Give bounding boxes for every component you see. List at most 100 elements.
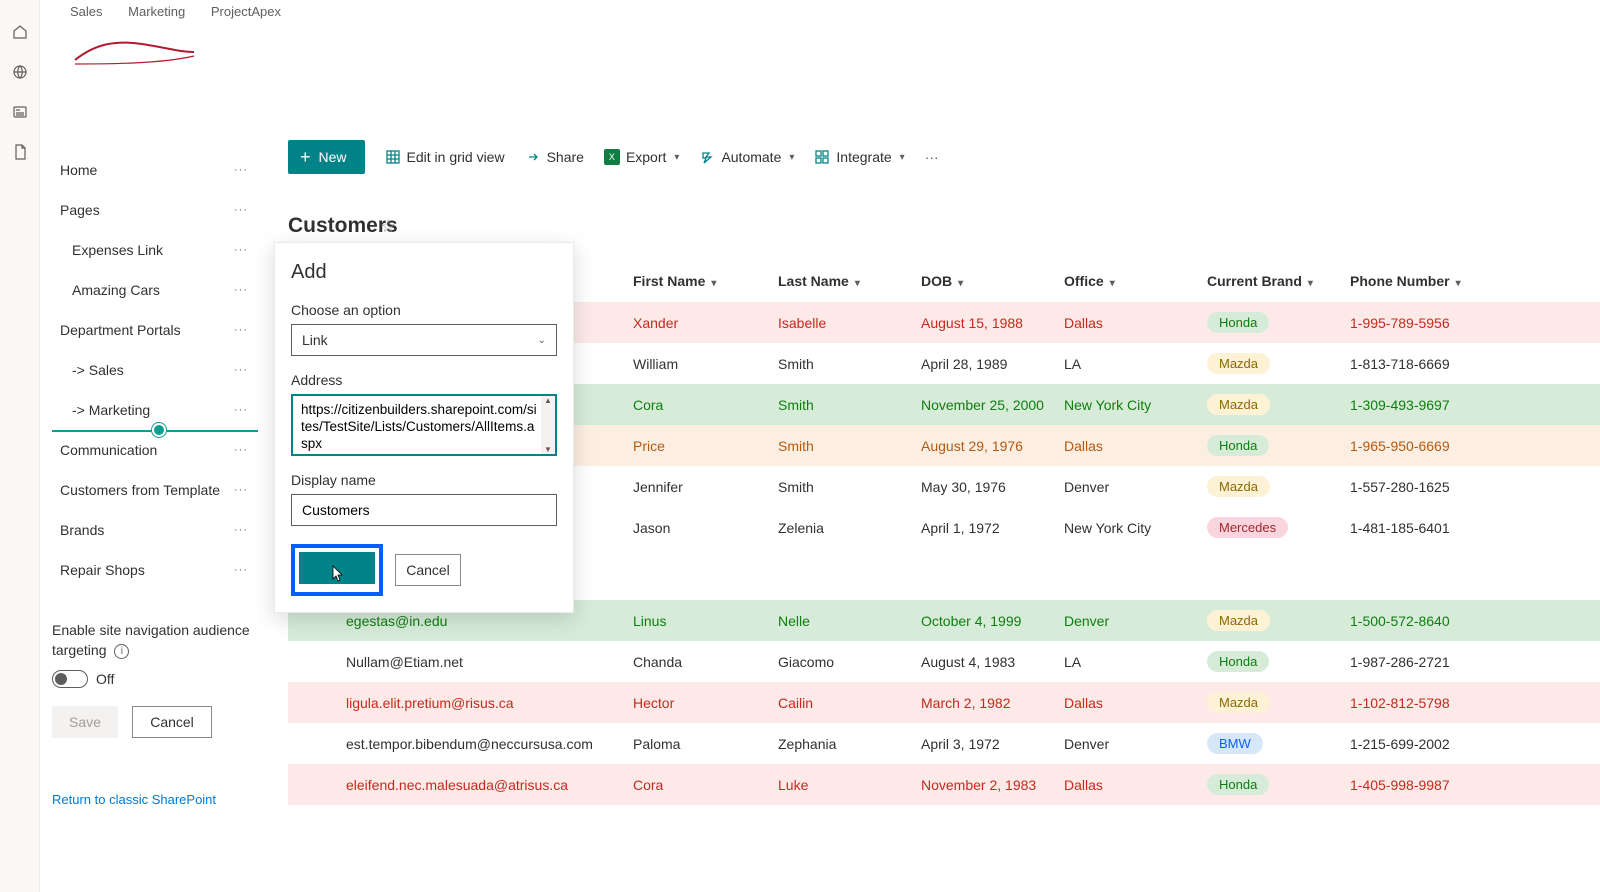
site-logo[interactable] <box>70 22 198 72</box>
cell-office: Dallas <box>1064 438 1207 454</box>
choose-option-select[interactable]: Link⌄ <box>291 324 557 356</box>
grid-icon <box>385 149 401 165</box>
brand-pill: Mazda <box>1207 476 1270 497</box>
nav-more-icon[interactable]: ··· <box>234 444 248 456</box>
app-rail <box>0 0 40 892</box>
brand-pill: Honda <box>1207 435 1269 456</box>
nav-label: Expenses Link <box>72 242 163 258</box>
cell-dob: March 2, 1982 <box>921 695 1064 711</box>
cmd-new-button[interactable]: +New <box>288 140 365 174</box>
col-office[interactable]: Office▾ <box>1064 273 1207 289</box>
chevron-down-icon: ▾ <box>855 278 860 289</box>
cell-brand: Honda <box>1207 651 1350 672</box>
cell-brand: Honda <box>1207 774 1350 795</box>
table-row[interactable]: eleifend.nec.malesuada@atrisus.caCoraLuk… <box>288 764 1600 805</box>
cmd-edit-grid[interactable]: Edit in grid view <box>385 149 505 165</box>
cell-first-name: Xander <box>633 315 778 331</box>
nav-amazing-cars[interactable]: Amazing Cars··· <box>52 270 258 310</box>
chevron-down-icon: ▾ <box>674 152 679 163</box>
hub-tab-sales[interactable]: Sales <box>70 4 103 19</box>
cell-last-name: Zephania <box>778 736 921 752</box>
cmd-export[interactable]: XExport▾ <box>604 149 680 165</box>
nav-more-icon[interactable]: ··· <box>234 484 248 496</box>
rail-news-icon[interactable] <box>0 92 40 132</box>
brand-pill: Mazda <box>1207 394 1270 415</box>
table-row[interactable]: ligula.elit.pretium@risus.caHectorCailin… <box>288 682 1600 723</box>
chevron-down-icon: ⌄ <box>538 335 546 346</box>
nav-repair-shops[interactable]: Repair Shops ··· <box>52 550 258 590</box>
cmd-overflow[interactable]: ··· <box>925 149 939 165</box>
nav-more-icon[interactable]: ··· <box>234 204 248 216</box>
cell-first-name: Jennifer <box>633 479 778 495</box>
favorite-star-icon[interactable]: ☆ <box>380 216 396 237</box>
rail-home-icon[interactable] <box>0 12 40 52</box>
nav-sales[interactable]: -> Sales ··· <box>52 350 258 390</box>
cell-email: est.tempor.bibendum@neccursusa.com <box>288 736 633 752</box>
cell-office: Denver <box>1064 479 1207 495</box>
nav-more-icon[interactable]: ··· <box>234 244 248 256</box>
address-field-wrap: ▲▼ <box>291 394 557 456</box>
chevron-down-icon: ▾ <box>711 278 716 289</box>
nav-more-icon[interactable]: ··· <box>234 324 248 336</box>
col-last-name[interactable]: Last Name▾ <box>778 273 921 289</box>
cmd-share[interactable]: Share <box>525 149 584 165</box>
cmd-integrate[interactable]: Integrate▾ <box>814 149 904 165</box>
nav-label: Home <box>60 162 97 178</box>
cell-office: Denver <box>1064 736 1207 752</box>
cell-brand: Mazda <box>1207 610 1350 631</box>
nav-more-icon[interactable]: ··· <box>234 404 248 416</box>
choose-option-label: Choose an option <box>291 302 557 318</box>
nav-pages[interactable]: Pages··· <box>52 190 258 230</box>
cmd-automate[interactable]: Automate▾ <box>699 149 794 165</box>
table-row[interactable]: Nullam@Etiam.netChandaGiacomoAugust 4, 1… <box>288 641 1600 682</box>
cell-phone: 1-557-280-1625 <box>1350 479 1510 495</box>
cell-last-name: Isabelle <box>778 315 921 331</box>
cell-last-name: Zelenia <box>778 520 921 536</box>
nav-cancel-button[interactable]: Cancel <box>132 706 212 738</box>
cell-phone: 1-215-699-2002 <box>1350 736 1510 752</box>
nav-expenses-link[interactable]: Expenses Link ··· <box>52 230 258 270</box>
audience-targeting-toggle[interactable]: Off <box>52 670 258 688</box>
nav-more-icon[interactable]: ··· <box>234 164 248 176</box>
nav-more-icon[interactable]: ··· <box>234 284 248 296</box>
hub-tab-projectapex[interactable]: ProjectApex <box>211 4 281 19</box>
return-classic-link[interactable]: Return to classic SharePoint <box>52 792 216 807</box>
nav-home[interactable]: Home ··· <box>52 150 258 190</box>
ok-button[interactable] <box>299 552 375 584</box>
nav-more-icon[interactable]: ··· <box>234 524 248 536</box>
cmd-label: Edit in grid view <box>407 149 505 165</box>
add-link-panel: Add Choose an option Link⌄ Address ▲▼ Di… <box>274 242 574 613</box>
cell-dob: November 2, 1983 <box>921 777 1064 793</box>
nav-customers-template[interactable]: Customers from Template··· <box>52 470 258 510</box>
nav-more-icon[interactable]: ··· <box>234 564 248 576</box>
nav-footer: Enable site navigation audience targetin… <box>52 620 258 738</box>
nav-department-portals[interactable]: Department Portals··· <box>52 310 258 350</box>
col-brand[interactable]: Current Brand▾ <box>1207 273 1350 289</box>
command-bar: +New Edit in grid view Share XExport▾ Au… <box>288 138 939 176</box>
cell-office: New York City <box>1064 397 1207 413</box>
col-dob[interactable]: DOB▾ <box>921 273 1064 289</box>
brand-pill: Mazda <box>1207 610 1270 631</box>
hub-tab-marketing[interactable]: Marketing <box>128 4 185 19</box>
chevron-down-icon: ▾ <box>1308 278 1313 289</box>
nav-communication[interactable]: Communication··· <box>52 430 258 470</box>
cell-dob: April 28, 1989 <box>921 356 1064 372</box>
nav-brands[interactable]: Brands··· <box>52 510 258 550</box>
info-icon[interactable]: i <box>114 644 129 659</box>
address-input[interactable] <box>293 396 541 454</box>
scrollbar[interactable]: ▲▼ <box>541 396 555 454</box>
rail-file-icon[interactable] <box>0 132 40 172</box>
display-name-input[interactable] <box>291 494 557 526</box>
cell-brand: Mazda <box>1207 476 1350 497</box>
nav-label: -> Sales <box>72 362 124 378</box>
nav-more-icon[interactable]: ··· <box>234 364 248 376</box>
col-phone[interactable]: Phone Number▾ <box>1350 273 1510 289</box>
rail-globe-icon[interactable] <box>0 52 40 92</box>
cell-last-name: Luke <box>778 777 921 793</box>
cell-office: LA <box>1064 356 1207 372</box>
audience-targeting-label: Enable site navigation audience targetin… <box>52 620 258 660</box>
table-row[interactable]: est.tempor.bibendum@neccursusa.comPaloma… <box>288 723 1600 764</box>
nav-label: Repair Shops <box>60 562 145 578</box>
cell-phone: 1-481-185-6401 <box>1350 520 1510 536</box>
cancel-button[interactable]: Cancel <box>395 554 461 586</box>
